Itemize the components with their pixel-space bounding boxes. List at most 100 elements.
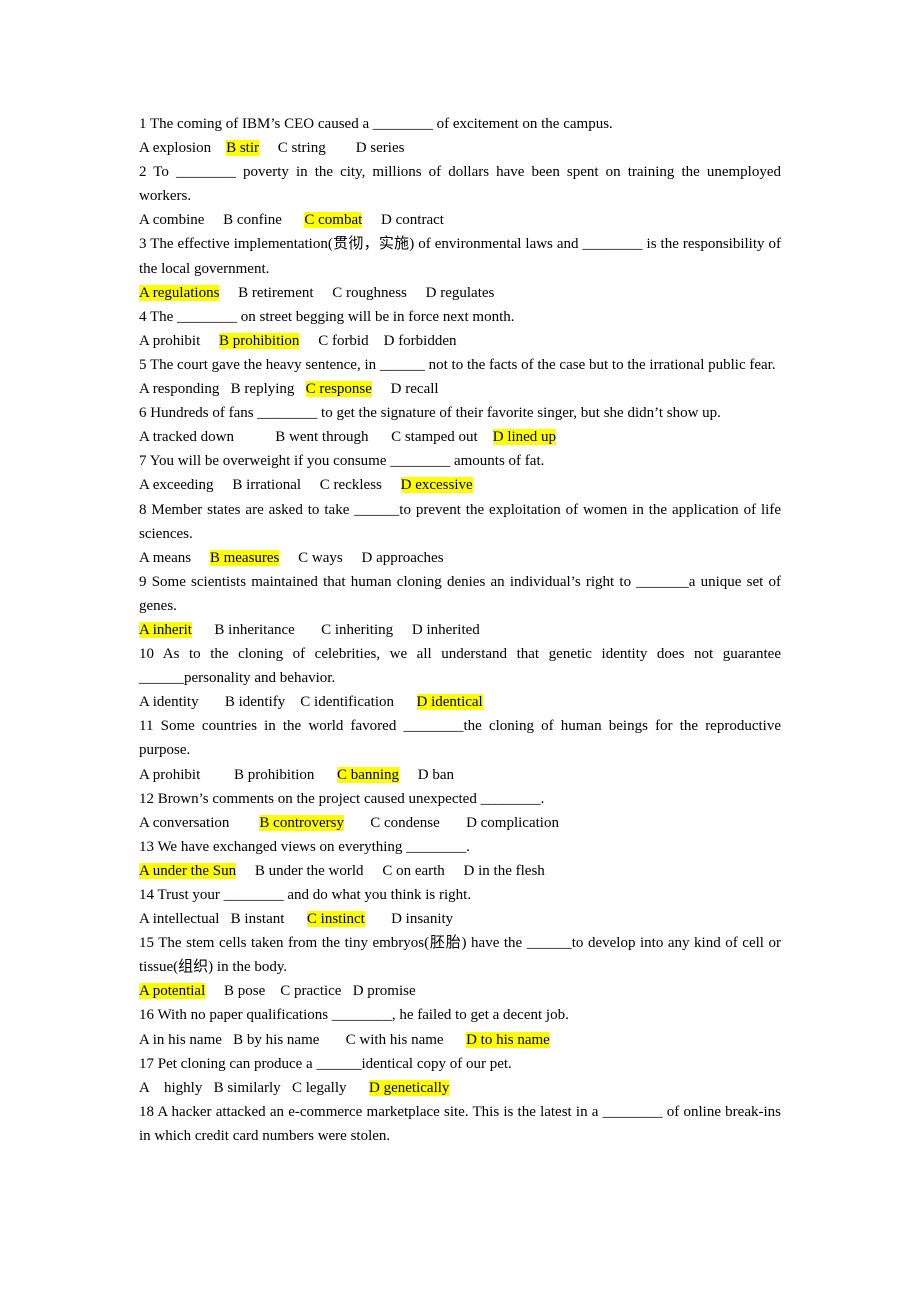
option-gap — [211, 140, 226, 156]
question-block: 12 Brown’s comments on the project cause… — [139, 787, 781, 835]
options-row: A potential B pose C practice D promise — [139, 979, 781, 1003]
option-gap — [295, 622, 321, 638]
option-gap — [393, 622, 412, 638]
option-gap — [199, 694, 225, 710]
option-gap — [372, 381, 391, 397]
option-gap — [341, 983, 352, 999]
question-text: 16 With no paper qualifications ________… — [139, 1007, 569, 1024]
option-answer-highlighted: D genetically — [369, 1079, 450, 1096]
option: C condense — [370, 814, 440, 831]
question-text: 9 Some scientists maintained that human … — [139, 573, 781, 614]
options-row: A tracked down B went through C stamped … — [139, 425, 781, 449]
options-row: A responding B replying C response D rec… — [139, 377, 781, 401]
question-block: 3 The effective implementation(贯彻，实施) of… — [139, 232, 781, 304]
option-gap — [478, 429, 493, 445]
option-gap — [236, 863, 255, 879]
option-gap — [364, 863, 383, 879]
option: B similarly — [213, 1079, 281, 1096]
option: B inheritance — [214, 621, 295, 638]
option: D in the flesh — [463, 862, 545, 879]
option: B replying — [230, 381, 295, 398]
option-gap — [314, 767, 337, 783]
option-gap — [362, 212, 381, 228]
option-answer-highlighted: C combat — [304, 212, 363, 229]
option-answer-highlighted: A regulations — [139, 284, 220, 301]
option-gap — [202, 1080, 213, 1096]
option-gap — [282, 212, 305, 228]
option: D promise — [352, 983, 416, 1000]
option-gap — [229, 815, 259, 831]
option-answer-highlighted: D lined up — [492, 429, 557, 446]
option: C legally — [291, 1079, 347, 1096]
option: A combine — [139, 212, 205, 229]
option: A in his name — [139, 1031, 222, 1048]
option-gap — [279, 550, 298, 566]
option-answer-highlighted: C banning — [336, 766, 400, 783]
option: A conversation — [139, 814, 230, 831]
option: A responding — [139, 381, 220, 398]
option-gap — [319, 1032, 345, 1048]
option-answer-highlighted: C instinct — [306, 911, 365, 928]
option-gap — [219, 381, 230, 397]
question-text: 18 A hacker attacked an e-commerce marke… — [139, 1103, 781, 1144]
question-block: 18 A hacker attacked an e-commerce marke… — [139, 1100, 781, 1148]
option: D contract — [381, 212, 444, 229]
option: C roughness — [332, 284, 407, 301]
question-block: 5 The court gave the heavy sentence, in … — [139, 353, 781, 401]
option: C ways — [298, 549, 343, 566]
question-block: 2 To ________ poverty in the city, milli… — [139, 160, 781, 232]
option: B by his name — [233, 1031, 320, 1048]
option-gap — [219, 285, 238, 301]
option: A highly — [139, 1079, 203, 1096]
question-block: 11 Some countries in the world favored _… — [139, 714, 781, 786]
option-answer-highlighted: B measures — [209, 549, 280, 566]
option-gap — [347, 1080, 370, 1096]
option-gap — [281, 1080, 292, 1096]
question-block: 7 You will be overweight if you consume … — [139, 449, 781, 497]
question-block: 6 Hundreds of fans ________ to get the s… — [139, 401, 781, 449]
option: A prohibit — [139, 332, 201, 349]
options-row: A in his name B by his name C with his n… — [139, 1028, 781, 1052]
options-row: A under the Sun B under the world C on e… — [139, 859, 781, 883]
option-gap — [284, 911, 307, 927]
option-gap — [382, 477, 401, 493]
option: C with his name — [345, 1031, 444, 1048]
option-answer-highlighted: D excessive — [400, 477, 473, 494]
option-gap — [222, 1032, 233, 1048]
option: D complication — [466, 814, 559, 831]
option-answer-highlighted: C response — [305, 381, 372, 398]
option-gap — [294, 381, 305, 397]
option: D insanity — [391, 911, 454, 928]
option: D forbidden — [383, 332, 457, 349]
question-text: 5 The court gave the heavy sentence, in … — [139, 356, 776, 373]
question-text: 2 To ________ poverty in the city, milli… — [139, 164, 781, 205]
option-gap — [191, 550, 210, 566]
option: B prohibition — [234, 766, 315, 783]
question-text: 3 The effective implementation(贯彻，实施) of… — [139, 236, 781, 277]
question-text: 1 The coming of IBM’s CEO caused a _____… — [139, 116, 613, 132]
option: C practice — [280, 983, 342, 1000]
question-block: 16 With no paper qualifications ________… — [139, 1003, 781, 1051]
option-answer-highlighted: B prohibition — [219, 332, 300, 349]
option-gap — [407, 285, 426, 301]
option: D approaches — [361, 549, 444, 566]
question-text: 17 Pet cloning can produce a ______ident… — [139, 1055, 512, 1072]
question-text: 10 As to the cloning of celebrities, we … — [139, 646, 781, 687]
question-text: 7 You will be overweight if you consume … — [139, 453, 545, 470]
option: B pose — [224, 983, 266, 1000]
option: B under the world — [254, 862, 364, 879]
option-gap — [285, 694, 300, 710]
option: D ban — [417, 766, 455, 783]
options-row: A exceeding B irrational C reckless D ex… — [139, 473, 781, 497]
option-answer-highlighted: A inherit — [139, 621, 192, 638]
option-gap — [192, 622, 215, 638]
question-block: 14 Trust your ________ and do what you t… — [139, 883, 781, 931]
question-block: 4 The ________ on street begging will be… — [139, 305, 781, 353]
option-gap — [265, 983, 280, 999]
option: A prohibit — [139, 766, 201, 783]
option-gap — [301, 477, 320, 493]
options-row: A combine B confine C combat D contract — [139, 208, 781, 232]
option: D series — [355, 140, 405, 157]
option-gap — [445, 863, 464, 879]
option: C inheriting — [321, 621, 394, 638]
